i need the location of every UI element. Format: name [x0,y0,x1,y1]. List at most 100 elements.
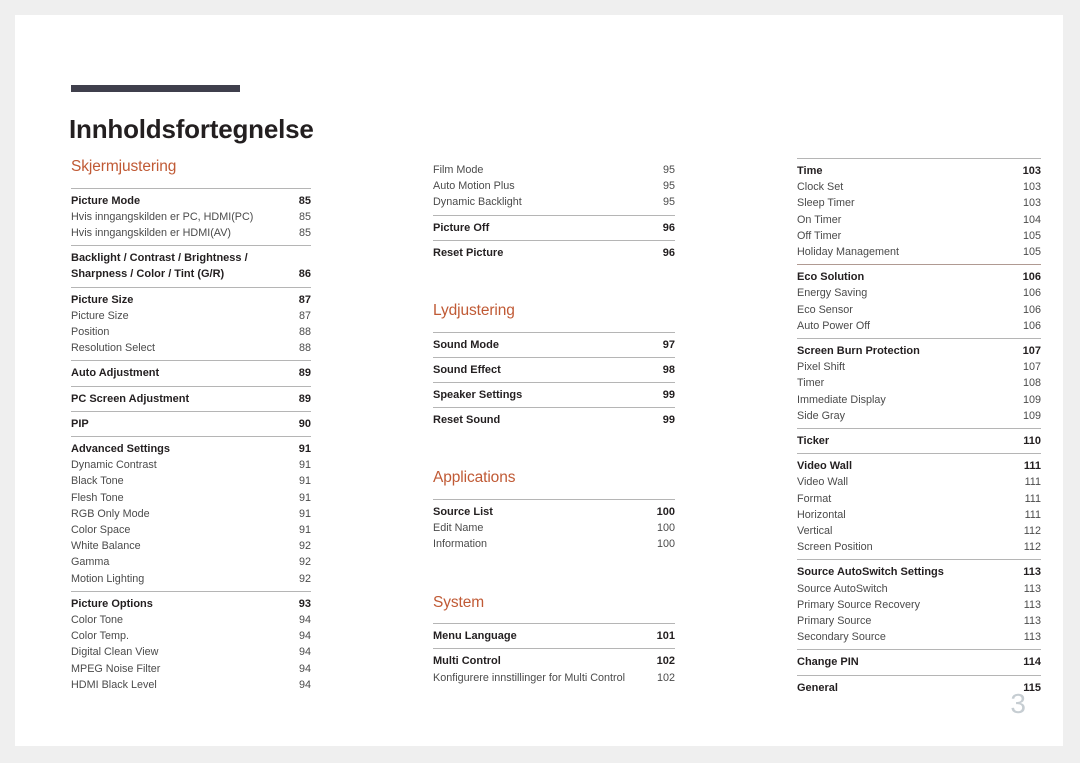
toc-entry-page: 92 [298,556,311,569]
toc-entry-secondary[interactable]: Auto Power Off 106 [797,318,1041,334]
toc-entry-page: 96 [662,246,675,259]
toc-entry-secondary[interactable]: Clock Set 103 [797,179,1041,195]
toc-entry-secondary[interactable]: HDMI Black Level 94 [71,677,311,693]
toc-entry-secondary[interactable]: Format 111 [797,491,1041,507]
toc-entry-label: Ticker [797,435,830,448]
toc-entry-primary[interactable]: Sound Effect 98 [433,362,675,378]
toc-entry-primary[interactable]: Video Wall 111 [797,458,1041,474]
toc-entry-primary[interactable]: Change PIN 114 [797,654,1041,670]
toc-entry-label: On Timer [797,213,842,226]
toc-entry-page: 99 [662,414,675,427]
toc-entry-secondary[interactable]: Off Timer 105 [797,228,1041,244]
toc-entry-primary[interactable]: Reset Picture 96 [433,245,675,261]
toc-entry-label: Picture Options [71,597,153,610]
toc-entry-secondary[interactable]: Dynamic Contrast 91 [71,457,311,473]
toc-entry-page: 109 [1022,393,1041,406]
toc-entry-secondary[interactable]: Primary Source Recovery 113 [797,597,1041,613]
toc-entry-primary[interactable]: Advanced Settings 91 [71,441,311,457]
toc-entry-secondary[interactable]: Gamma 92 [71,554,311,570]
toc-entry-secondary[interactable]: Color Tone 94 [71,612,311,628]
toc-entry-secondary[interactable]: Pixel Shift 107 [797,359,1041,375]
toc-entry-page: 112 [1023,541,1041,554]
toc-entry-page: 95 [662,164,675,176]
toc-entry-secondary[interactable]: Hvis inngangskilden er PC, HDMI(PC) 85 [71,209,311,225]
toc-entry-secondary[interactable]: Digital Clean View 94 [71,644,311,660]
toc-entry-secondary[interactable]: Source AutoSwitch 113 [797,581,1041,597]
toc-entry-primary[interactable]: Screen Burn Protection 107 [797,343,1041,359]
toc-entry-secondary[interactable]: Energy Saving 106 [797,285,1041,301]
toc-entry-primary[interactable]: Source AutoSwitch Settings 113 [797,564,1041,580]
toc-entry-secondary[interactable]: Konfigurere innstillinger for Multi Cont… [433,670,675,686]
toc-entry-secondary[interactable]: Auto Motion Plus 95 [433,178,675,194]
toc-entry-label: Auto Motion Plus [433,180,515,193]
toc-entry-label: Energy Saving [797,287,868,300]
toc-entry-primary[interactable]: Picture Options 93 [71,596,311,612]
toc-entry-secondary[interactable]: On Timer 104 [797,212,1041,228]
toc-entry-primary[interactable]: Time 103 [797,163,1041,179]
toc-entry-secondary[interactable]: Motion Lighting 92 [71,571,311,587]
toc-entry-primary[interactable]: Backlight / Contrast / Brightness / Shar… [71,250,311,282]
toc-entry-secondary[interactable]: RGB Only Mode 91 [71,506,311,522]
toc-group: Eco Solution 106 Energy Saving 106 Eco Senso… [797,264,1041,338]
toc-entry-primary[interactable]: Auto Adjustment 89 [71,365,311,381]
toc-entry-page: 112 [1023,525,1041,538]
toc-entry-secondary[interactable]: Position 88 [71,324,311,340]
toc-entry-label: Holiday Management [797,246,900,259]
toc-entry-secondary[interactable]: Immediate Display 109 [797,392,1041,408]
toc-entry-page: 93 [298,597,311,610]
toc-entry-secondary[interactable]: Sleep Timer 103 [797,195,1041,211]
toc-entry-page: 100 [656,506,675,519]
toc-entry-label: Horizontal [797,508,846,521]
toc-entry-primary[interactable]: Picture Mode 85 [71,193,311,209]
toc-entry-page: 94 [298,614,311,627]
toc-entry-secondary[interactable]: Screen Position 112 [797,539,1041,555]
toc-group: Source List 100 Edit Name 100 Information 100 [433,499,675,557]
toc-entry-page: 91 [298,491,311,504]
toc-entry-secondary[interactable]: MPEG Noise Filter 94 [71,661,311,677]
toc-entry-label: Secondary Source [797,631,886,644]
toc-entry-primary[interactable]: PC Screen Adjustment 89 [71,391,311,407]
toc-entry-primary[interactable]: General 115 [797,680,1041,696]
toc-entry-primary[interactable]: Reset Sound 99 [433,412,675,428]
toc-entry-secondary[interactable]: Timer 108 [797,375,1041,391]
toc-entry-secondary[interactable]: Video Wall 111 [797,474,1041,490]
toc-entry-secondary[interactable]: Dynamic Backlight 95 [433,194,675,210]
toc-entry-label: Clock Set [797,181,844,194]
toc-entry-secondary[interactable]: Flesh Tone 91 [71,490,311,506]
toc-group: Menu Language 101 [433,623,675,648]
toc-entry-secondary[interactable]: Black Tone 91 [71,473,311,489]
toc-entry-secondary[interactable]: Film Mode 95 [433,162,675,178]
toc-entry-page: 101 [656,630,675,643]
toc-entry-secondary[interactable]: Edit Name 100 [433,520,675,536]
toc-entry-primary[interactable]: Menu Language 101 [433,628,675,644]
toc-entry-label: Black Tone [71,475,124,488]
toc-entry-secondary[interactable]: Side Gray 109 [797,408,1041,424]
toc-entry-primary[interactable]: Sound Mode 97 [433,337,675,353]
toc-entry-secondary[interactable]: White Balance 92 [71,538,311,554]
toc-group: Picture Mode 85 Hvis inngangskilden er PC,… [71,187,311,246]
toc-entry-secondary[interactable]: Color Space 91 [71,522,311,538]
toc-entry-primary[interactable]: Multi Control 102 [433,653,675,669]
toc-entry-secondary[interactable]: Picture Size 87 [71,308,311,324]
toc-entry-secondary[interactable]: Primary Source 113 [797,613,1041,629]
toc-entry-primary[interactable]: Ticker 110 [797,433,1041,449]
toc-entry-secondary[interactable]: Eco Sensor 106 [797,302,1041,318]
toc-entry-secondary[interactable]: Secondary Source 113 [797,629,1041,645]
toc-entry-primary[interactable]: Source List 100 [433,504,675,520]
toc-entry-primary[interactable]: Picture Off 96 [433,220,675,236]
toc-entry-secondary[interactable]: Hvis inngangskilden er HDMI(AV) 85 [71,225,311,241]
toc-entry-secondary[interactable]: Color Temp. 94 [71,628,311,644]
toc-entry-label: Resolution Select [71,342,156,355]
toc-entry-primary[interactable]: Picture Size 87 [71,292,311,308]
toc-entry-label: Reset Sound [433,414,501,427]
toc-entry-secondary[interactable]: Resolution Select 88 [71,340,311,356]
toc-entry-primary[interactable]: Eco Solution 106 [797,269,1041,285]
toc-entry-primary[interactable]: Speaker Settings 99 [433,387,675,403]
toc-entry-secondary[interactable]: Vertical 112 [797,523,1041,539]
toc-entry-secondary[interactable]: Holiday Management 105 [797,244,1041,260]
toc-entry-secondary[interactable]: Information 100 [433,536,675,552]
toc-entry-primary[interactable]: PIP 90 [71,416,311,432]
toc-entry-secondary[interactable]: Horizontal 111 [797,507,1041,523]
toc-entry-page: 106 [1022,287,1041,300]
toc-entry-label: Vertical [797,525,833,538]
